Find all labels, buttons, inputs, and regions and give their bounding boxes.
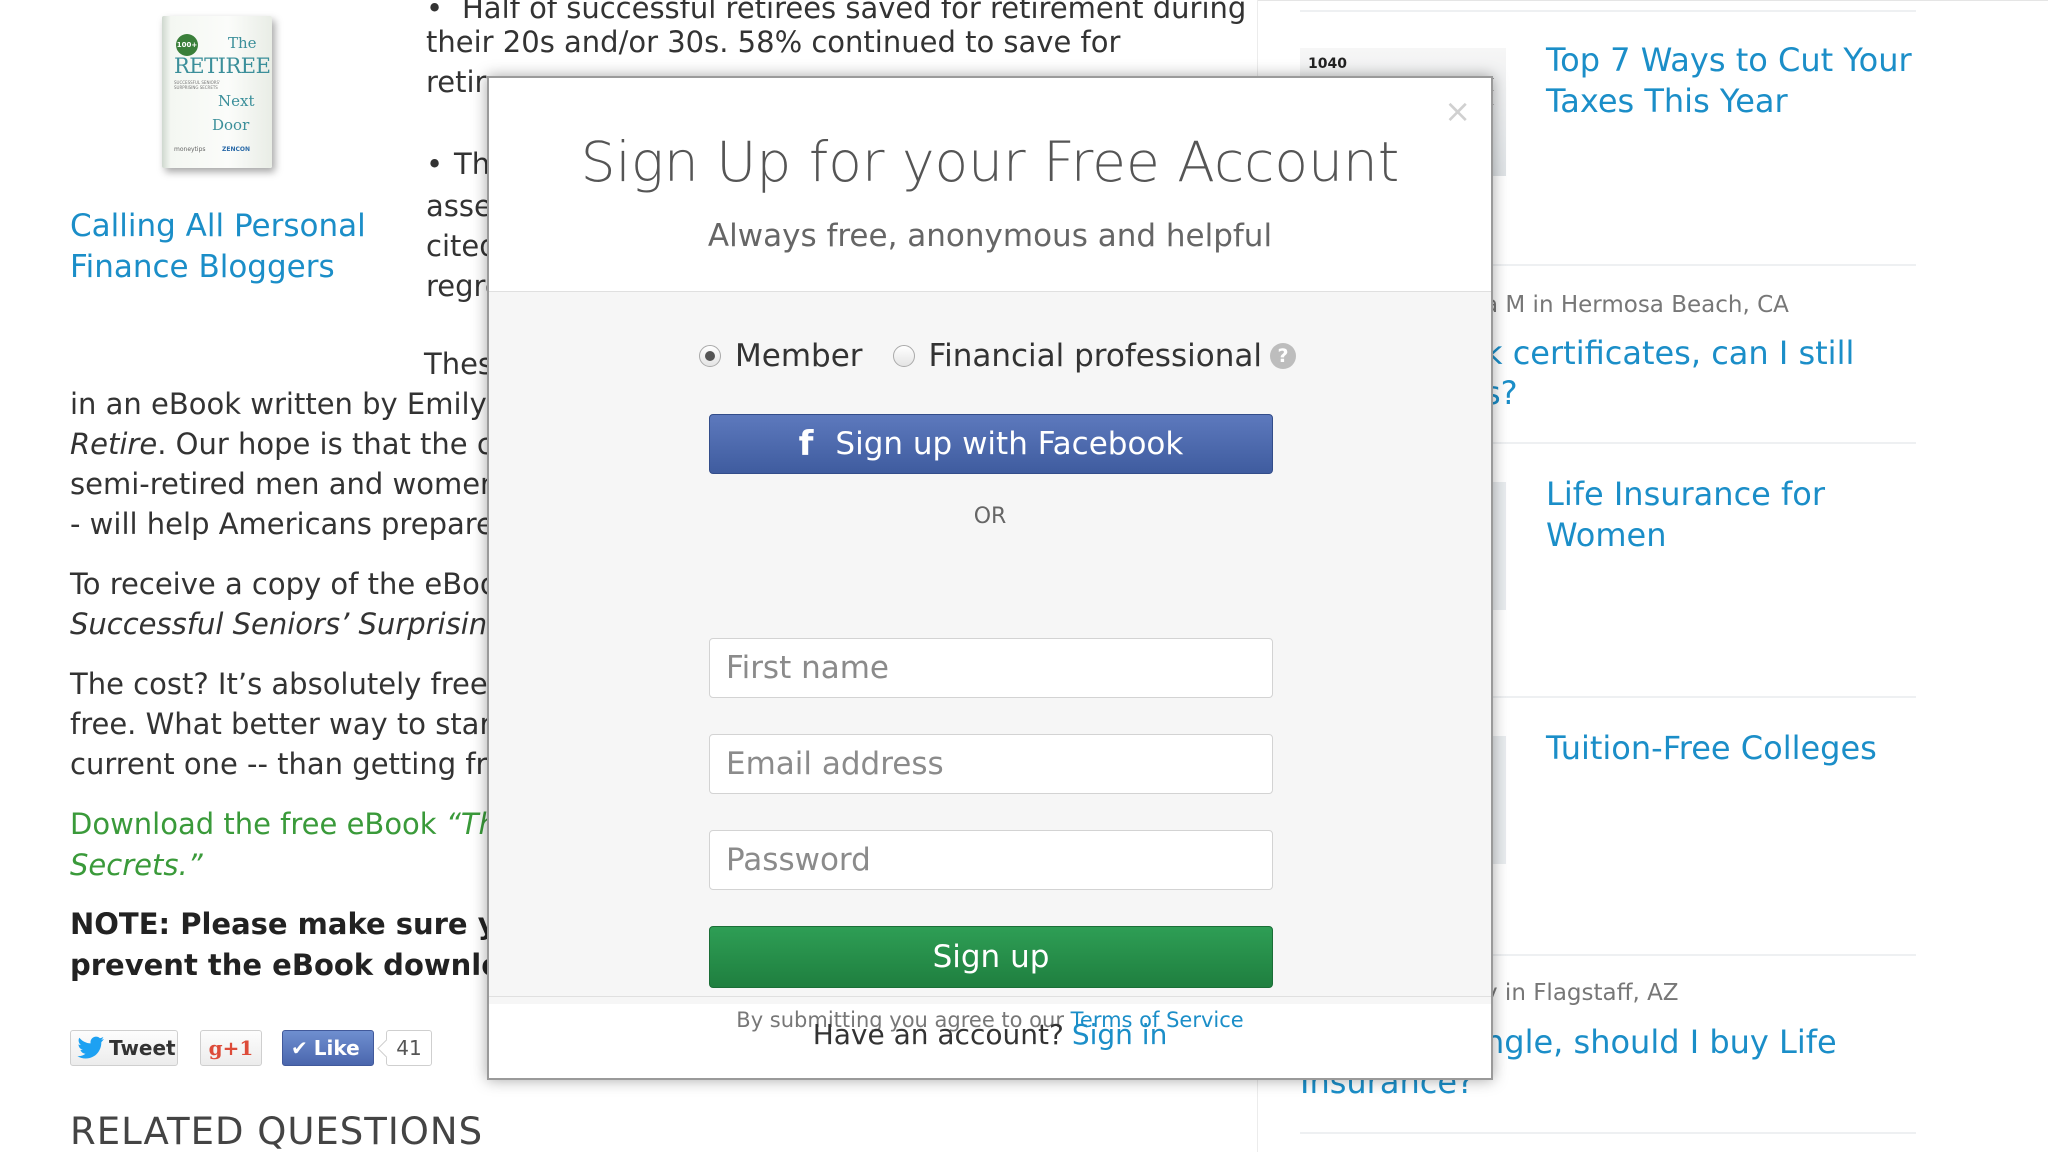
ebook-publisher: moneytips	[174, 146, 206, 153]
facebook-icon: f	[798, 424, 814, 464]
twitter-bird-icon	[77, 1036, 105, 1060]
ebook-title-next: Next	[218, 92, 255, 110]
radio-financial-professional[interactable]	[892, 345, 915, 367]
radio-member[interactable]	[699, 345, 721, 367]
promo-link-bloggers[interactable]: Calling All Personal Finance Bloggers	[70, 206, 410, 288]
ebook-badge: 100+	[176, 34, 198, 56]
note-text: prevent the eBook download.	[70, 948, 553, 982]
google-plus-button[interactable]: g+1	[200, 1030, 262, 1066]
or-separator: OR	[973, 504, 1007, 529]
sign-in-link[interactable]: Sign in	[1072, 1018, 1168, 1051]
like-label: Like	[313, 1036, 360, 1060]
paragraph-text: - will help Americans prepare f	[70, 507, 514, 541]
download-ebook-link[interactable]: Download the free eBook “The Secrets.”	[70, 804, 515, 886]
tweet-label: Tweet	[109, 1036, 176, 1060]
facebook-signup-label: Sign up with Facebook	[835, 426, 1184, 462]
related-questions-heading: RELATED QUESTIONS	[70, 1110, 484, 1152]
bullet-text: Th	[454, 147, 491, 181]
bullet-text: their 20s and/or 30s. 58% continued to s…	[426, 25, 1121, 59]
checkmark-icon: ✔	[291, 1036, 308, 1060]
modal-footer: Have an account? Sign in	[489, 1018, 1491, 1051]
paragraph-text: Thes	[424, 347, 494, 381]
signup-modal: × Sign Up for your Free Account Always f…	[487, 76, 1493, 1080]
ebook-title-the: The	[228, 34, 257, 52]
download-link-text: Download the free eBook	[70, 807, 446, 841]
paragraph-text: free. What better way to start p	[70, 707, 531, 741]
sidebar-article-link[interactable]: Life Insurance for Women	[1546, 474, 1926, 556]
paragraph-text: Retire. Our hope is that the col	[70, 424, 519, 465]
paragraph-text: The cost? It’s absolutely free! A	[70, 667, 529, 701]
facebook-like-button[interactable]: ✔ Like	[282, 1030, 374, 1066]
ebook-subtitle: SUCCESSFUL SENIORS' SURPRISING SECRETS	[174, 80, 221, 90]
facebook-signup-button[interactable]: f Sign up with Facebook	[709, 414, 1273, 474]
emphasis-text: Retire	[70, 427, 158, 461]
ebook-title-retiree: RETIREE	[174, 54, 271, 78]
question-meta: a M in Hermosa Beach, CA	[1484, 292, 1789, 318]
sidebar-article-link[interactable]: Top 7 Ways to Cut Your Taxes This Year	[1546, 40, 1926, 122]
question-link[interactable]: k certificates, can I still	[1484, 333, 1854, 374]
page: 100+ The RETIREE SUCCESSFUL SENIORS' SUR…	[0, 0, 2048, 1152]
radio-financial-professional-label[interactable]: Financial professional	[929, 338, 1262, 374]
sidebar-separator	[1300, 1132, 1916, 1134]
paragraph-text: To receive a copy of the eBook	[70, 567, 515, 601]
radio-member-label[interactable]: Member	[735, 338, 863, 374]
email-input[interactable]	[709, 734, 1273, 794]
sidebar-separator	[1300, 10, 1916, 12]
modal-title: Sign Up for your Free Account	[580, 130, 1400, 194]
like-count: 41	[386, 1030, 432, 1066]
question-link[interactable]: ngle, should I buy Life	[1484, 1022, 1837, 1063]
help-icon[interactable]: ?	[1269, 343, 1296, 369]
have-account-text: Have an account?	[812, 1018, 1064, 1051]
paragraph-text: current one -- than getting free	[70, 747, 523, 781]
paragraph-text: semi-retired men and women	[70, 467, 499, 501]
account-type-selector: Member Financial professional ?	[699, 338, 1296, 374]
sidebar-article-link[interactable]: Tuition-Free Colleges	[1546, 728, 1926, 769]
signup-button[interactable]: Sign up	[709, 926, 1273, 988]
bullet-marker: •	[426, 147, 444, 181]
modal-subtitle: Always free, anonymous and helpful	[707, 218, 1273, 254]
password-input[interactable]	[709, 830, 1273, 890]
ebook-publisher-logo: ZENCON	[222, 146, 250, 153]
question-meta: y in Flagstaff, AZ	[1484, 980, 1679, 1006]
first-name-input[interactable]	[709, 638, 1273, 698]
ebook-cover-image[interactable]: 100+ The RETIREE SUCCESSFUL SENIORS' SUR…	[162, 16, 272, 168]
bullet-text: retir	[426, 65, 487, 99]
paragraph-text: in an eBook written by Emily G	[70, 387, 519, 421]
download-link-title: Secrets.”	[70, 848, 203, 882]
modal-divider	[489, 996, 1491, 997]
close-icon[interactable]: ×	[1444, 92, 1471, 130]
bullet-text: asse	[426, 189, 492, 223]
emphasis-text: Successful Seniors’ Surprising	[70, 607, 506, 641]
ebook-title-door: Door	[212, 116, 250, 134]
paragraph-text: Successful Seniors’ Surprising	[70, 604, 506, 645]
modal-body: Member Financial professional ? f Sign u…	[489, 292, 1491, 1032]
tax-form-label: 1040	[1308, 56, 1347, 72]
paragraph-text: . Our hope is that the col	[157, 427, 519, 461]
tweet-button[interactable]: Tweet	[70, 1030, 178, 1066]
top-rule	[1257, 0, 2048, 1]
